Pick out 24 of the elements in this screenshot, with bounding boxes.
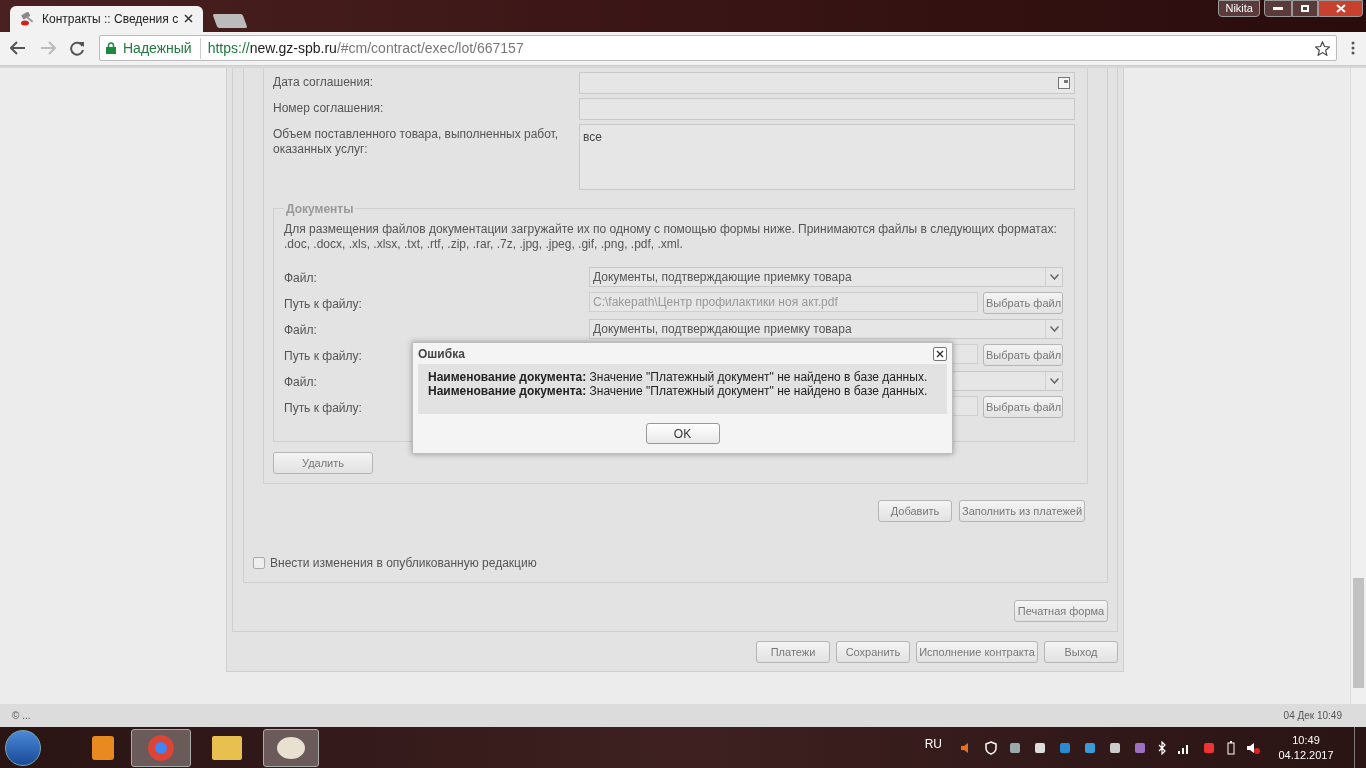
fieldset-legend: Документы bbox=[284, 199, 356, 218]
clock-time: 10:49 bbox=[1292, 732, 1320, 748]
select-value: Документы, подтверждающие приемку товара bbox=[593, 268, 852, 286]
tab-title: Контракты :: Сведения с bbox=[42, 10, 179, 28]
select-value: Документы, подтверждающие приемку товара bbox=[593, 320, 852, 338]
field-label: Файл: bbox=[284, 322, 317, 337]
documents-note: Для размещения файлов документации загружайте их по одному с помощью формы ниже. Принимаются файлы в следующих форматах: .doc, .docx, .xls, .xlsx, .txt, .rtf, .zip, .rar, .7z, .jpg, .jpeg, .gif, .png, .pdf, .xml. bbox=[284, 221, 1058, 252]
field-label: Путь к файлу: bbox=[284, 400, 362, 415]
error-message: Наименование документа: Значение "Платежный документ" не найдено в базе данных. bbox=[428, 384, 928, 398]
secure-label: Надежный bbox=[123, 37, 201, 59]
field-label: Объем поставленного товара, выполненных работ, оказанных услуг: bbox=[273, 125, 560, 158]
field-label: Дата соглашения: bbox=[273, 73, 374, 91]
url-text: https://new.gz-spb.ru/#cm/contract/exec/lot/667157 bbox=[207, 38, 524, 58]
field-label: Путь к файлу: bbox=[284, 348, 362, 363]
checkbox-label: Внести изменения в опубликованную редакцию bbox=[270, 554, 537, 572]
field-label: Файл: bbox=[284, 374, 317, 389]
field-label: Файл: bbox=[284, 270, 317, 285]
dialog-title: Ошибка bbox=[418, 345, 465, 363]
clock-date: 04.12.2017 bbox=[1278, 747, 1334, 763]
field-label: Номер соглашения: bbox=[273, 99, 385, 117]
field-label: Путь к файлу: bbox=[284, 296, 362, 311]
error-message: Наименование документа: Значение "Платежный документ" не найдено в базе данных. bbox=[428, 370, 928, 384]
status-datetime: 04 Дек 10:49 bbox=[1283, 709, 1342, 723]
copyright-text: © ... bbox=[12, 709, 31, 723]
